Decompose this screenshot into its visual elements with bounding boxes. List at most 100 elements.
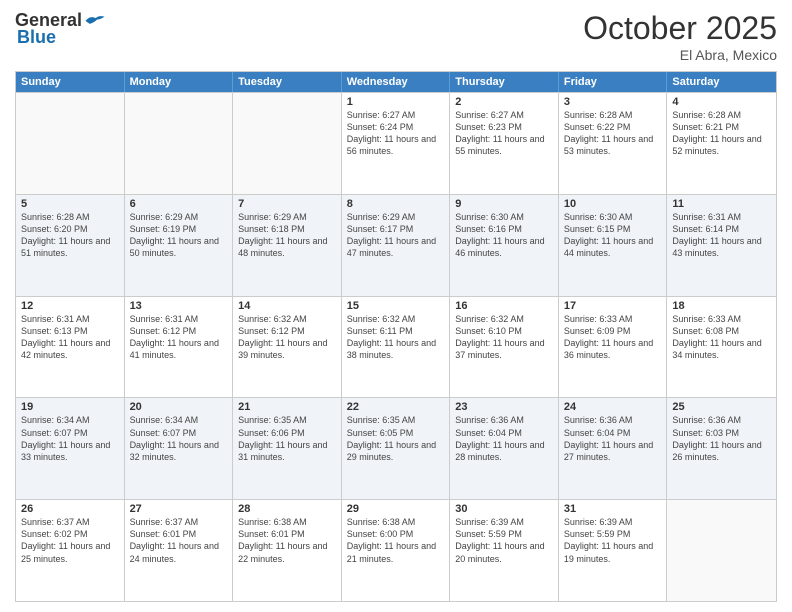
day-number: 28 (238, 503, 336, 515)
cal-cell-empty-0-1 (125, 93, 234, 194)
cal-cell-18: 18Sunrise: 6:33 AM Sunset: 6:08 PM Dayli… (667, 297, 776, 398)
day-number: 1 (347, 96, 445, 108)
day-info: Sunrise: 6:29 AM Sunset: 6:19 PM Dayligh… (130, 211, 228, 260)
calendar-row-4: 26Sunrise: 6:37 AM Sunset: 6:02 PM Dayli… (16, 499, 776, 601)
cal-cell-7: 7Sunrise: 6:29 AM Sunset: 6:18 PM Daylig… (233, 195, 342, 296)
day-number: 27 (130, 503, 228, 515)
day-info: Sunrise: 6:32 AM Sunset: 6:12 PM Dayligh… (238, 313, 336, 362)
day-info: Sunrise: 6:28 AM Sunset: 6:22 PM Dayligh… (564, 109, 662, 158)
day-info: Sunrise: 6:34 AM Sunset: 6:07 PM Dayligh… (130, 414, 228, 463)
cal-cell-empty-0-2 (233, 93, 342, 194)
day-number: 20 (130, 401, 228, 413)
day-number: 8 (347, 198, 445, 210)
calendar-row-1: 5Sunrise: 6:28 AM Sunset: 6:20 PM Daylig… (16, 194, 776, 296)
day-number: 13 (130, 300, 228, 312)
cal-cell-29: 29Sunrise: 6:38 AM Sunset: 6:00 PM Dayli… (342, 500, 451, 601)
day-number: 23 (455, 401, 553, 413)
day-info: Sunrise: 6:31 AM Sunset: 6:14 PM Dayligh… (672, 211, 771, 260)
header-cell-friday: Friday (559, 72, 668, 92)
location: El Abra, Mexico (583, 47, 777, 63)
header-cell-monday: Monday (125, 72, 234, 92)
day-number: 7 (238, 198, 336, 210)
header-cell-thursday: Thursday (450, 72, 559, 92)
cal-cell-2: 2Sunrise: 6:27 AM Sunset: 6:23 PM Daylig… (450, 93, 559, 194)
day-number: 21 (238, 401, 336, 413)
cal-cell-5: 5Sunrise: 6:28 AM Sunset: 6:20 PM Daylig… (16, 195, 125, 296)
calendar-row-2: 12Sunrise: 6:31 AM Sunset: 6:13 PM Dayli… (16, 296, 776, 398)
cal-cell-30: 30Sunrise: 6:39 AM Sunset: 5:59 PM Dayli… (450, 500, 559, 601)
cal-cell-6: 6Sunrise: 6:29 AM Sunset: 6:19 PM Daylig… (125, 195, 234, 296)
calendar: SundayMondayTuesdayWednesdayThursdayFrid… (15, 71, 777, 602)
day-info: Sunrise: 6:32 AM Sunset: 6:10 PM Dayligh… (455, 313, 553, 362)
day-info: Sunrise: 6:33 AM Sunset: 6:08 PM Dayligh… (672, 313, 771, 362)
calendar-row-3: 19Sunrise: 6:34 AM Sunset: 6:07 PM Dayli… (16, 397, 776, 499)
cal-cell-empty-4-6 (667, 500, 776, 601)
cal-cell-31: 31Sunrise: 6:39 AM Sunset: 5:59 PM Dayli… (559, 500, 668, 601)
cal-cell-15: 15Sunrise: 6:32 AM Sunset: 6:11 PM Dayli… (342, 297, 451, 398)
cal-cell-28: 28Sunrise: 6:38 AM Sunset: 6:01 PM Dayli… (233, 500, 342, 601)
cal-cell-10: 10Sunrise: 6:30 AM Sunset: 6:15 PM Dayli… (559, 195, 668, 296)
cal-cell-26: 26Sunrise: 6:37 AM Sunset: 6:02 PM Dayli… (16, 500, 125, 601)
header-cell-saturday: Saturday (667, 72, 776, 92)
day-number: 3 (564, 96, 662, 108)
cal-cell-11: 11Sunrise: 6:31 AM Sunset: 6:14 PM Dayli… (667, 195, 776, 296)
day-number: 10 (564, 198, 662, 210)
page: General Blue October 2025 El Abra, Mexic… (0, 0, 792, 612)
day-info: Sunrise: 6:27 AM Sunset: 6:23 PM Dayligh… (455, 109, 553, 158)
header-cell-tuesday: Tuesday (233, 72, 342, 92)
day-info: Sunrise: 6:31 AM Sunset: 6:13 PM Dayligh… (21, 313, 119, 362)
day-info: Sunrise: 6:33 AM Sunset: 6:09 PM Dayligh… (564, 313, 662, 362)
day-info: Sunrise: 6:29 AM Sunset: 6:17 PM Dayligh… (347, 211, 445, 260)
calendar-header: SundayMondayTuesdayWednesdayThursdayFrid… (16, 72, 776, 92)
cal-cell-16: 16Sunrise: 6:32 AM Sunset: 6:10 PM Dayli… (450, 297, 559, 398)
day-info: Sunrise: 6:37 AM Sunset: 6:02 PM Dayligh… (21, 516, 119, 565)
cal-cell-17: 17Sunrise: 6:33 AM Sunset: 6:09 PM Dayli… (559, 297, 668, 398)
day-number: 26 (21, 503, 119, 515)
cal-cell-14: 14Sunrise: 6:32 AM Sunset: 6:12 PM Dayli… (233, 297, 342, 398)
cal-cell-8: 8Sunrise: 6:29 AM Sunset: 6:17 PM Daylig… (342, 195, 451, 296)
cal-cell-13: 13Sunrise: 6:31 AM Sunset: 6:12 PM Dayli… (125, 297, 234, 398)
day-number: 22 (347, 401, 445, 413)
day-number: 18 (672, 300, 771, 312)
day-number: 4 (672, 96, 771, 108)
day-info: Sunrise: 6:34 AM Sunset: 6:07 PM Dayligh… (21, 414, 119, 463)
day-info: Sunrise: 6:36 AM Sunset: 6:04 PM Dayligh… (455, 414, 553, 463)
cal-cell-12: 12Sunrise: 6:31 AM Sunset: 6:13 PM Dayli… (16, 297, 125, 398)
day-number: 31 (564, 503, 662, 515)
day-info: Sunrise: 6:36 AM Sunset: 6:04 PM Dayligh… (564, 414, 662, 463)
cal-cell-19: 19Sunrise: 6:34 AM Sunset: 6:07 PM Dayli… (16, 398, 125, 499)
day-info: Sunrise: 6:35 AM Sunset: 6:06 PM Dayligh… (238, 414, 336, 463)
day-number: 17 (564, 300, 662, 312)
day-number: 9 (455, 198, 553, 210)
day-info: Sunrise: 6:32 AM Sunset: 6:11 PM Dayligh… (347, 313, 445, 362)
day-info: Sunrise: 6:35 AM Sunset: 6:05 PM Dayligh… (347, 414, 445, 463)
day-number: 25 (672, 401, 771, 413)
day-info: Sunrise: 6:38 AM Sunset: 6:01 PM Dayligh… (238, 516, 336, 565)
cal-cell-20: 20Sunrise: 6:34 AM Sunset: 6:07 PM Dayli… (125, 398, 234, 499)
cal-cell-9: 9Sunrise: 6:30 AM Sunset: 6:16 PM Daylig… (450, 195, 559, 296)
day-info: Sunrise: 6:37 AM Sunset: 6:01 PM Dayligh… (130, 516, 228, 565)
day-number: 16 (455, 300, 553, 312)
day-info: Sunrise: 6:28 AM Sunset: 6:20 PM Dayligh… (21, 211, 119, 260)
day-info: Sunrise: 6:36 AM Sunset: 6:03 PM Dayligh… (672, 414, 771, 463)
day-info: Sunrise: 6:38 AM Sunset: 6:00 PM Dayligh… (347, 516, 445, 565)
day-info: Sunrise: 6:31 AM Sunset: 6:12 PM Dayligh… (130, 313, 228, 362)
day-info: Sunrise: 6:30 AM Sunset: 6:16 PM Dayligh… (455, 211, 553, 260)
day-info: Sunrise: 6:29 AM Sunset: 6:18 PM Dayligh… (238, 211, 336, 260)
day-number: 6 (130, 198, 228, 210)
cal-cell-24: 24Sunrise: 6:36 AM Sunset: 6:04 PM Dayli… (559, 398, 668, 499)
calendar-row-0: 1Sunrise: 6:27 AM Sunset: 6:24 PM Daylig… (16, 92, 776, 194)
cal-cell-4: 4Sunrise: 6:28 AM Sunset: 6:21 PM Daylig… (667, 93, 776, 194)
day-info: Sunrise: 6:27 AM Sunset: 6:24 PM Dayligh… (347, 109, 445, 158)
cal-cell-27: 27Sunrise: 6:37 AM Sunset: 6:01 PM Dayli… (125, 500, 234, 601)
logo-blue: Blue (17, 27, 56, 48)
day-number: 15 (347, 300, 445, 312)
day-number: 11 (672, 198, 771, 210)
day-number: 14 (238, 300, 336, 312)
cal-cell-21: 21Sunrise: 6:35 AM Sunset: 6:06 PM Dayli… (233, 398, 342, 499)
day-number: 24 (564, 401, 662, 413)
day-number: 5 (21, 198, 119, 210)
header-cell-sunday: Sunday (16, 72, 125, 92)
logo: General Blue (15, 10, 106, 48)
day-info: Sunrise: 6:30 AM Sunset: 6:15 PM Dayligh… (564, 211, 662, 260)
